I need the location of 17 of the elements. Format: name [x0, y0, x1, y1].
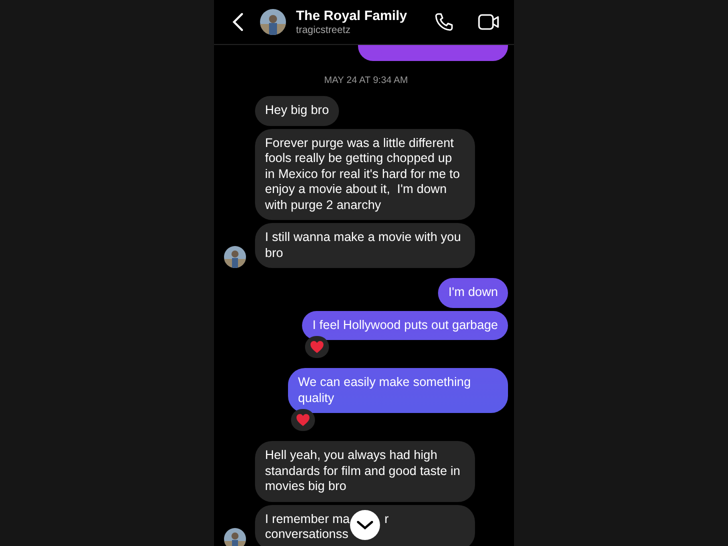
sent-message: I'm down — [438, 278, 508, 308]
sent-message: We can easily make something quality — [288, 368, 508, 413]
received-message: Hell yeah, you always had high standards for film and good taste in movies big bro — [255, 441, 475, 502]
heart-reaction-icon[interactable] — [291, 409, 315, 431]
phone-icon[interactable] — [434, 12, 454, 32]
timestamp: MAY 24 AT 9:34 AM — [323, 75, 409, 86]
received-message: Hey big bro — [255, 96, 339, 126]
received-message: I still wanna make a movie with you bro — [255, 223, 475, 268]
back-icon[interactable] — [232, 12, 244, 32]
heart-reaction-icon[interactable] — [305, 336, 330, 358]
contact-name: The Royal Family — [296, 8, 408, 23]
received-message: Forever purge was a little different fools really be getting chopped up in Mexico for real it's hard for me to enjoy a movie about it, I'm down with purge 2 anarchy — [255, 128, 475, 220]
video-camera-icon[interactable] — [478, 13, 500, 31]
sent-message: I feel Hollywood puts out garbage — [302, 310, 508, 340]
username: tragicstreetz — [296, 25, 352, 36]
chevron-down-icon — [356, 520, 374, 530]
received-message: I remember ma r conversationss — [255, 504, 475, 546]
